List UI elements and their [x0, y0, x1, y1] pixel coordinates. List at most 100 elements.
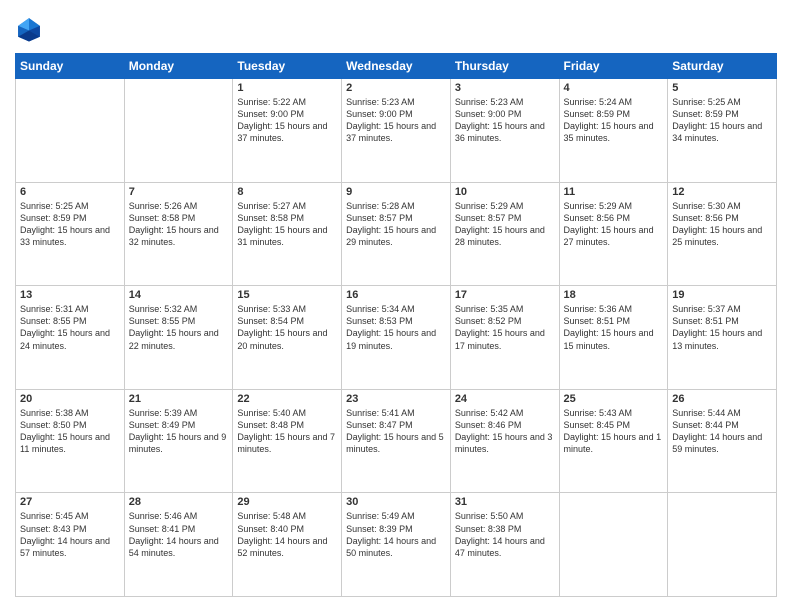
calendar-cell: 13 Sunrise: 5:31 AM Sunset: 8:55 PM Dayli…	[16, 286, 125, 390]
calendar-cell: 22 Sunrise: 5:40 AM Sunset: 8:48 PM Dayli…	[233, 389, 342, 493]
weekday-header-friday: Friday	[559, 54, 668, 79]
cell-content: Sunrise: 5:41 AM Sunset: 8:47 PM Dayligh…	[346, 407, 446, 456]
calendar-cell: 1Sunrise: 5:22 AM Sunset: 9:00 PM Daylig…	[233, 79, 342, 183]
cell-content: Sunrise: 5:38 AM Sunset: 8:50 PM Dayligh…	[20, 407, 120, 456]
calendar-cell	[559, 493, 668, 597]
weekday-header-saturday: Saturday	[668, 54, 777, 79]
cell-content: Sunrise: 5:27 AM Sunset: 8:58 PM Dayligh…	[237, 200, 337, 249]
day-number: 28	[129, 496, 229, 508]
day-number: 18	[564, 289, 664, 301]
calendar-cell: 9Sunrise: 5:28 AM Sunset: 8:57 PM Daylig…	[342, 182, 451, 286]
cell-content: Sunrise: 5:42 AM Sunset: 8:46 PM Dayligh…	[455, 407, 555, 456]
calendar-cell: 8 Sunrise: 5:27 AM Sunset: 8:58 PM Daylig…	[233, 182, 342, 286]
cell-content: Sunrise: 5:48 AM Sunset: 8:40 PM Dayligh…	[237, 510, 337, 559]
cell-content: Sunrise: 5:26 AM Sunset: 8:58 PM Dayligh…	[129, 200, 229, 249]
day-number: 13	[20, 289, 120, 301]
day-number: 17	[455, 289, 555, 301]
calendar-cell: 12 Sunrise: 5:30 AM Sunset: 8:56 PM Dayli…	[668, 182, 777, 286]
calendar-cell: 18 Sunrise: 5:36 AM Sunset: 8:51 PM Dayli…	[559, 286, 668, 390]
cell-content: Sunrise: 5:44 AM Sunset: 8:44 PM Dayligh…	[672, 407, 772, 456]
calendar-cell: 14 Sunrise: 5:32 AM Sunset: 8:55 PM Dayli…	[124, 286, 233, 390]
cell-content: Sunrise: 5:46 AM Sunset: 8:41 PM Dayligh…	[129, 510, 229, 559]
weekday-header-monday: Monday	[124, 54, 233, 79]
week-row-5: 27 Sunrise: 5:45 AM Sunset: 8:43 PM Dayli…	[16, 493, 777, 597]
week-row-2: 6 Sunrise: 5:25 AM Sunset: 8:59 PM Daylig…	[16, 182, 777, 286]
calendar-cell: 10 Sunrise: 5:29 AM Sunset: 8:57 PM Dayli…	[450, 182, 559, 286]
calendar-cell: 27 Sunrise: 5:45 AM Sunset: 8:43 PM Dayli…	[16, 493, 125, 597]
day-number: 25	[564, 393, 664, 405]
day-number: 21	[129, 393, 229, 405]
day-number: 11	[564, 186, 664, 198]
day-number: 9	[346, 186, 446, 198]
page: SundayMondayTuesdayWednesdayThursdayFrid…	[0, 0, 792, 612]
day-number: 27	[20, 496, 120, 508]
calendar-cell: 19Sunrise: 5:37 AM Sunset: 8:51 PM Dayli…	[668, 286, 777, 390]
day-number: 15	[237, 289, 337, 301]
calendar-cell: 30 Sunrise: 5:49 AM Sunset: 8:39 PM Dayli…	[342, 493, 451, 597]
weekday-header-sunday: Sunday	[16, 54, 125, 79]
cell-content: Sunrise: 5:22 AM Sunset: 9:00 PM Dayligh…	[237, 96, 337, 145]
cell-content: Sunrise: 5:23 AM Sunset: 9:00 PM Dayligh…	[346, 96, 446, 145]
calendar-cell: 26 Sunrise: 5:44 AM Sunset: 8:44 PM Dayli…	[668, 389, 777, 493]
day-number: 4	[564, 82, 664, 94]
cell-content: Sunrise: 5:35 AM Sunset: 8:52 PM Dayligh…	[455, 303, 555, 352]
calendar-cell: 20Sunrise: 5:38 AM Sunset: 8:50 PM Dayli…	[16, 389, 125, 493]
cell-content: Sunrise: 5:25 AM Sunset: 8:59 PM Dayligh…	[672, 96, 772, 145]
cell-content: Sunrise: 5:24 AM Sunset: 8:59 PM Dayligh…	[564, 96, 664, 145]
calendar-cell: 3 Sunrise: 5:23 AM Sunset: 9:00 PM Daylig…	[450, 79, 559, 183]
calendar-cell: 11Sunrise: 5:29 AM Sunset: 8:56 PM Dayli…	[559, 182, 668, 286]
day-number: 12	[672, 186, 772, 198]
day-number: 14	[129, 289, 229, 301]
calendar-cell: 16 Sunrise: 5:34 AM Sunset: 8:53 PM Dayli…	[342, 286, 451, 390]
day-number: 5	[672, 82, 772, 94]
weekday-header-thursday: Thursday	[450, 54, 559, 79]
calendar-cell: 31 Sunrise: 5:50 AM Sunset: 8:38 PM Dayli…	[450, 493, 559, 597]
cell-content: Sunrise: 5:29 AM Sunset: 8:57 PM Dayligh…	[455, 200, 555, 249]
day-number: 26	[672, 393, 772, 405]
week-row-4: 20Sunrise: 5:38 AM Sunset: 8:50 PM Dayli…	[16, 389, 777, 493]
weekday-header-tuesday: Tuesday	[233, 54, 342, 79]
week-row-1: 1Sunrise: 5:22 AM Sunset: 9:00 PM Daylig…	[16, 79, 777, 183]
cell-content: Sunrise: 5:45 AM Sunset: 8:43 PM Dayligh…	[20, 510, 120, 559]
cell-content: Sunrise: 5:49 AM Sunset: 8:39 PM Dayligh…	[346, 510, 446, 559]
cell-content: Sunrise: 5:39 AM Sunset: 8:49 PM Dayligh…	[129, 407, 229, 456]
day-number: 10	[455, 186, 555, 198]
calendar-cell: 23Sunrise: 5:41 AM Sunset: 8:47 PM Dayli…	[342, 389, 451, 493]
calendar-cell: 15 Sunrise: 5:33 AM Sunset: 8:54 PM Dayli…	[233, 286, 342, 390]
logo	[15, 15, 47, 43]
calendar-cell	[16, 79, 125, 183]
cell-content: Sunrise: 5:25 AM Sunset: 8:59 PM Dayligh…	[20, 200, 120, 249]
cell-content: Sunrise: 5:34 AM Sunset: 8:53 PM Dayligh…	[346, 303, 446, 352]
day-number: 3	[455, 82, 555, 94]
calendar-cell	[124, 79, 233, 183]
cell-content: Sunrise: 5:23 AM Sunset: 9:00 PM Dayligh…	[455, 96, 555, 145]
day-number: 31	[455, 496, 555, 508]
calendar-cell: 28 Sunrise: 5:46 AM Sunset: 8:41 PM Dayli…	[124, 493, 233, 597]
cell-content: Sunrise: 5:40 AM Sunset: 8:48 PM Dayligh…	[237, 407, 337, 456]
day-number: 2	[346, 82, 446, 94]
weekday-header-row: SundayMondayTuesdayWednesdayThursdayFrid…	[16, 54, 777, 79]
calendar-cell	[668, 493, 777, 597]
day-number: 24	[455, 393, 555, 405]
cell-content: Sunrise: 5:31 AM Sunset: 8:55 PM Dayligh…	[20, 303, 120, 352]
day-number: 16	[346, 289, 446, 301]
cell-content: Sunrise: 5:30 AM Sunset: 8:56 PM Dayligh…	[672, 200, 772, 249]
cell-content: Sunrise: 5:33 AM Sunset: 8:54 PM Dayligh…	[237, 303, 337, 352]
day-number: 30	[346, 496, 446, 508]
calendar-cell: 6 Sunrise: 5:25 AM Sunset: 8:59 PM Daylig…	[16, 182, 125, 286]
cell-content: Sunrise: 5:43 AM Sunset: 8:45 PM Dayligh…	[564, 407, 664, 456]
calendar-cell: 7 Sunrise: 5:26 AM Sunset: 8:58 PM Daylig…	[124, 182, 233, 286]
cell-content: Sunrise: 5:36 AM Sunset: 8:51 PM Dayligh…	[564, 303, 664, 352]
cell-content: Sunrise: 5:50 AM Sunset: 8:38 PM Dayligh…	[455, 510, 555, 559]
header	[15, 15, 777, 43]
day-number: 22	[237, 393, 337, 405]
calendar-cell: 4 Sunrise: 5:24 AM Sunset: 8:59 PM Daylig…	[559, 79, 668, 183]
calendar-cell: 24 Sunrise: 5:42 AM Sunset: 8:46 PM Dayli…	[450, 389, 559, 493]
cell-content: Sunrise: 5:32 AM Sunset: 8:55 PM Dayligh…	[129, 303, 229, 352]
weekday-header-wednesday: Wednesday	[342, 54, 451, 79]
day-number: 8	[237, 186, 337, 198]
day-number: 7	[129, 186, 229, 198]
day-number: 6	[20, 186, 120, 198]
calendar-cell: 21 Sunrise: 5:39 AM Sunset: 8:49 PM Dayli…	[124, 389, 233, 493]
calendar-cell: 29Sunrise: 5:48 AM Sunset: 8:40 PM Dayli…	[233, 493, 342, 597]
